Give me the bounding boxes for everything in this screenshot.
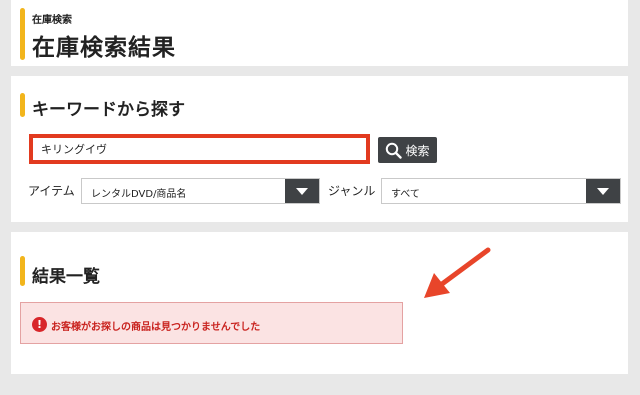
genre-select[interactable]: すべて [381,178,621,204]
alert-message: お客様がお探しの商品は見つかりませんでした [51,322,261,333]
no-results-alert: ! お客様がお探しの商品は見つかりませんでした [20,302,403,344]
chevron-down-icon [597,187,609,195]
header-accent-bar [20,8,25,60]
item-select-value: レンタルDVD/商品名 [91,189,187,200]
search-accent-bar [20,93,25,117]
results-panel: 結果一覧 ! お客様がお探しの商品は見つかりませんでした [11,232,628,374]
search-button-label: 検索 [405,143,430,158]
header-panel: 在庫検索 在庫検索結果 [11,0,628,66]
keyword-input[interactable] [33,138,366,160]
genre-label: ジャンル [328,184,376,198]
genre-select-arrow[interactable] [586,179,620,203]
chevron-down-icon [296,187,308,195]
page-title: 在庫検索結果 [32,35,176,61]
search-section-title: キーワードから探す [32,100,185,120]
results-section-title: 結果一覧 [32,267,100,287]
keyword-input-highlight [29,134,370,164]
search-button[interactable]: 検索 [378,137,437,163]
search-icon [386,142,403,159]
genre-select-value: すべて [391,189,420,200]
exclamation-icon: ! [32,317,47,332]
item-select-arrow[interactable] [285,179,319,203]
keyword-search-panel: キーワードから探す 検索 アイテム レンタルDVD/商品名 ジャンル すべて [11,76,628,222]
item-label: アイテム [28,184,75,198]
results-accent-bar [20,256,25,286]
annotation-arrow-icon [424,247,491,298]
item-select[interactable]: レンタルDVD/商品名 [81,178,320,204]
page-subtitle: 在庫検索 [32,15,72,26]
